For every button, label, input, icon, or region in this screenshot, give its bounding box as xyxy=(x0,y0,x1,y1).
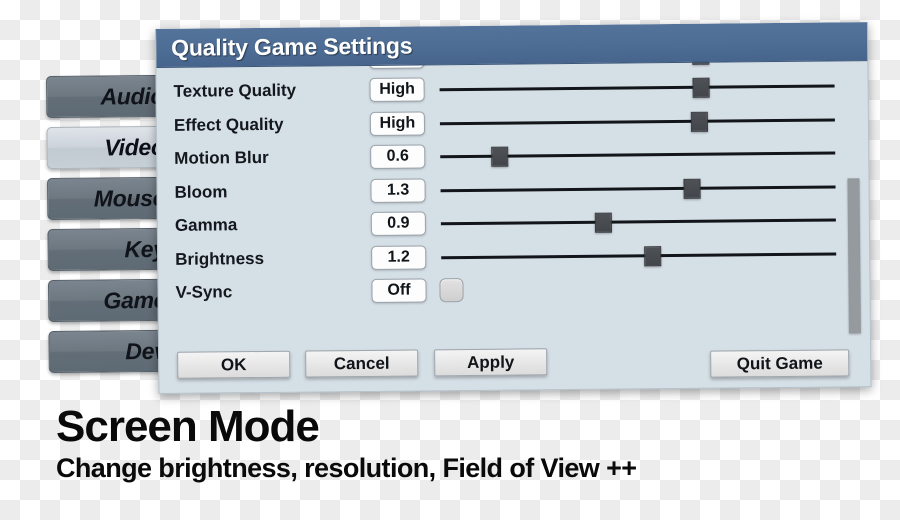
setting-slider-bloom[interactable] xyxy=(440,174,836,202)
cancel-button[interactable]: Cancel xyxy=(305,349,419,378)
setting-value-box-v-sync[interactable]: Off xyxy=(371,278,427,304)
setting-label-bloom: Bloom xyxy=(174,182,228,202)
v-sync-checkbox[interactable] xyxy=(439,278,464,303)
screenshot-root: Audio Video Mouse Key Game Dev Quality G… xyxy=(0,0,900,520)
apply-button-label: Apply xyxy=(466,352,515,372)
setting-value-box-brightness[interactable]: 1.2 xyxy=(371,245,427,270)
ok-button-label: OK xyxy=(220,354,247,374)
slider-handle[interactable] xyxy=(594,212,612,234)
cancel-button-label: Cancel xyxy=(333,353,390,373)
setting-slider-gamma[interactable] xyxy=(440,208,836,236)
setting-value: High xyxy=(379,114,416,132)
caption-block: Screen Mode Change brightness, resolutio… xyxy=(56,404,856,484)
scrollbar-thumb[interactable] xyxy=(847,178,861,334)
setting-label-texture-quality: Texture Quality xyxy=(173,80,297,102)
quality-game-settings-dialog: Quality Game Settings Texture Quality Hi… xyxy=(155,22,872,394)
setting-value-box-gamma[interactable]: 0.9 xyxy=(370,211,426,237)
setting-label-v-sync: V-Sync xyxy=(175,282,233,303)
slider-handle[interactable] xyxy=(692,77,710,99)
setting-label-effect-quality: Effect Quality xyxy=(173,114,284,135)
slider-handle[interactable] xyxy=(644,245,662,267)
setting-slider-texture-quality[interactable] xyxy=(439,74,835,102)
setting-value-box-effect-quality[interactable]: High xyxy=(369,111,426,136)
slider-track xyxy=(441,252,837,260)
setting-value: Off xyxy=(387,281,411,300)
setting-label-motion-blur: Motion Blur xyxy=(174,148,269,169)
quit-game-button-label: Quit Game xyxy=(736,353,823,373)
slider-track xyxy=(439,118,835,126)
setting-value: 0.6 xyxy=(386,147,409,166)
setting-value: 1.3 xyxy=(386,181,410,199)
caption-subtitle: Change brightness, resolution, Field of … xyxy=(56,452,637,483)
table-row: V-Sync Off xyxy=(158,270,871,310)
setting-slider-effect-quality[interactable] xyxy=(439,107,835,135)
slider-handle[interactable] xyxy=(690,111,708,132)
ok-button[interactable]: OK xyxy=(177,350,291,379)
dialog-title: Quality Game Settings xyxy=(171,32,413,61)
setting-value: High xyxy=(379,80,415,99)
setting-slider-motion-blur[interactable] xyxy=(440,141,836,169)
settings-rows: Texture Quality High Effect Quality High xyxy=(156,35,871,310)
sidebar-item-label: Mouse xyxy=(93,184,166,212)
caption-title: Screen Mode xyxy=(56,402,320,451)
slider-track xyxy=(440,218,836,226)
setting-value: 0.9 xyxy=(387,214,410,233)
slider-track xyxy=(439,84,835,92)
slider-handle[interactable] xyxy=(683,178,701,199)
setting-value-box-texture-quality[interactable]: High xyxy=(369,77,425,103)
apply-button[interactable]: Apply xyxy=(434,348,548,377)
dialog-footer: OK Cancel Apply Quit Game xyxy=(159,331,872,393)
dialog-title-bar[interactable]: Quality Game Settings xyxy=(155,22,870,68)
slider-handle[interactable] xyxy=(491,146,509,168)
setting-value: 1.2 xyxy=(387,248,410,266)
setting-value-box-motion-blur[interactable]: 0.6 xyxy=(370,144,426,170)
slider-track xyxy=(440,185,836,193)
setting-slider-brightness[interactable] xyxy=(441,241,837,269)
setting-label-gamma: Gamma xyxy=(174,215,238,236)
setting-label-brightness: Brightness xyxy=(175,248,265,269)
setting-value-box-bloom[interactable]: 1.3 xyxy=(370,178,426,203)
quit-game-button[interactable]: Quit Game xyxy=(710,349,850,378)
